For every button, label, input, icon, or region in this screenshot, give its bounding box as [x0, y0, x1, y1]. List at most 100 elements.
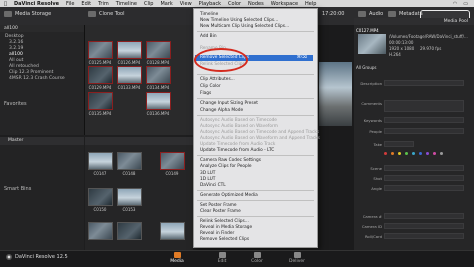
- menu-mark[interactable]: Mark: [160, 1, 172, 7]
- menu-item[interactable]: Clear Poster Frame: [200, 209, 241, 214]
- product-name: DaVinci Resolve 12.5: [15, 254, 68, 260]
- menu-trim[interactable]: Trim: [98, 1, 109, 7]
- menu-item[interactable]: Remove Selected Clips: [200, 237, 249, 242]
- menu-item[interactable]: Change Input Sizing Preset: [200, 101, 258, 106]
- clip-thumbnail[interactable]: [146, 41, 171, 59]
- menu-item[interactable]: Generate Optimized Media: [200, 193, 258, 198]
- menu-item[interactable]: Update Timecode from Audio - LTC: [200, 148, 274, 153]
- menu-bar:  DaVinci Resolve File Edit Trim Timelin…: [0, 0, 474, 7]
- metadata-group[interactable]: All Groups: [356, 65, 377, 70]
- clip-thumbnail[interactable]: [88, 222, 113, 240]
- field-label: Camera ID: [361, 224, 382, 229]
- clip-thumbnail[interactable]: [146, 66, 171, 84]
- tab-edit[interactable]: Edit: [207, 252, 237, 264]
- field-label: Roll/Card: [364, 234, 382, 239]
- clip-thumbnail[interactable]: [88, 188, 113, 206]
- clip-thumbnail[interactable]: [117, 41, 142, 59]
- metadata-button[interactable]: Metadata: [388, 9, 423, 18]
- wifi-icon[interactable]: ◠: [453, 1, 457, 7]
- clip-thumbnail[interactable]: [160, 152, 185, 170]
- menu-clip[interactable]: Clip: [144, 1, 153, 7]
- flag-swatch[interactable]: [412, 152, 415, 155]
- menu-view[interactable]: View: [180, 1, 192, 7]
- menu-item[interactable]: Flags: [200, 91, 211, 96]
- menu-nodes[interactable]: Nodes: [248, 1, 264, 7]
- clip-thumbnail[interactable]: [146, 92, 171, 110]
- clip-thumbnail[interactable]: [88, 41, 113, 59]
- flag-swatch[interactable]: [398, 152, 401, 155]
- clip-context-menu: Timeline New Timeline Using Selected Cli…: [193, 8, 320, 248]
- menu-item[interactable]: Analyze Clips for People: [200, 164, 252, 169]
- flag-swatch[interactable]: [405, 152, 408, 155]
- clip-thumbnail[interactable]: [88, 92, 113, 110]
- tab-deliver[interactable]: Deliver: [282, 252, 312, 264]
- menu-item[interactable]: Clip Attributes...: [200, 77, 235, 82]
- clip-thumbnail[interactable]: [117, 222, 142, 240]
- field-label: Angle: [371, 186, 382, 191]
- viewer-panel: [318, 25, 354, 250]
- menu-item[interactable]: 1D LUT: [200, 177, 215, 182]
- menu-item[interactable]: Set Poster Frame: [200, 203, 237, 208]
- camera-id-field[interactable]: [384, 223, 464, 229]
- clone-tool-icon: [88, 10, 96, 17]
- menu-playback[interactable]: Playback: [199, 1, 221, 7]
- menu-item[interactable]: Reveal in Media Storage: [200, 225, 252, 230]
- audio-button[interactable]: Audio: [358, 9, 383, 18]
- menu-timeline[interactable]: Timeline: [116, 1, 137, 7]
- menu-item[interactable]: 3D LUT: [200, 171, 215, 176]
- media-storage-button[interactable]: Media Storage: [4, 9, 51, 18]
- menu-item[interactable]: Autosync Audio Based on Timecode: [200, 118, 277, 123]
- menu-item[interactable]: New Timeline Using Selected Clips...: [200, 18, 278, 23]
- clip-thumbnail[interactable]: [88, 152, 113, 170]
- flag-swatch[interactable]: [391, 152, 394, 155]
- tab-media[interactable]: Media: [162, 252, 192, 264]
- flag-swatch[interactable]: [433, 152, 436, 155]
- menu-item[interactable]: Relink Selected Clips...: [200, 219, 249, 224]
- field-label: Keywords: [363, 118, 382, 123]
- camera-number-field[interactable]: [384, 213, 464, 219]
- comments-field[interactable]: [384, 100, 464, 112]
- menu-item[interactable]: Change Alpha Mode: [200, 108, 243, 113]
- menu-item[interactable]: Camera Raw Codec Settings: [200, 158, 261, 163]
- flag-swatch[interactable]: [426, 152, 429, 155]
- clip-thumbnail[interactable]: [88, 66, 113, 84]
- menu-file[interactable]: File: [66, 1, 74, 7]
- keywords-field[interactable]: [384, 117, 464, 123]
- clip-thumbnail[interactable]: [117, 188, 142, 206]
- menu-item[interactable]: Reveal in Finder: [200, 231, 234, 236]
- clip-label: C0136.MP4: [146, 111, 170, 116]
- menu-workspace[interactable]: Workspace: [271, 1, 298, 7]
- tree-item[interactable]: 4MSR 12.3 Crash Course: [9, 76, 65, 82]
- take-field[interactable]: [384, 141, 414, 147]
- menu-item-add-bin[interactable]: Add Bin: [200, 34, 217, 39]
- menu-item[interactable]: DaVinci CTL: [200, 183, 226, 188]
- flag-swatch[interactable]: [440, 152, 443, 155]
- menu-item[interactable]: Autosync Audio Based on Timecode and App…: [200, 130, 319, 135]
- shot-field[interactable]: [384, 175, 464, 181]
- menu-item[interactable]: Autosync Audio Based on Waveform: [200, 124, 278, 129]
- menu-item[interactable]: Autosync Audio Based on Waveform and App…: [200, 136, 320, 141]
- menu-item[interactable]: New Multicam Clip Using Selected Clips..…: [200, 24, 289, 29]
- clip-label: C0126.MP4: [117, 60, 141, 65]
- menu-item[interactable]: Update Timecode from Audio Track: [200, 142, 275, 147]
- tab-color[interactable]: Color: [242, 252, 272, 264]
- flag-swatch[interactable]: [384, 152, 387, 155]
- angle-field[interactable]: [384, 185, 464, 191]
- roll-card-field[interactable]: [384, 233, 464, 239]
- menu-edit[interactable]: Edit: [81, 1, 91, 7]
- people-field[interactable]: [384, 128, 464, 134]
- scene-field[interactable]: [384, 165, 464, 171]
- menu-app-name[interactable]: DaVinci Resolve: [14, 1, 59, 7]
- flag-swatch[interactable]: [419, 152, 422, 155]
- menu-color[interactable]: Color: [228, 1, 241, 7]
- clip-thumbnail[interactable]: [160, 222, 185, 240]
- menu-item[interactable]: Timeline: [200, 12, 218, 17]
- clip-thumbnail[interactable]: [117, 152, 142, 170]
- clip-thumbnail[interactable]: [117, 66, 142, 84]
- battery-icon[interactable]: ▭: [463, 1, 468, 7]
- clone-tool-button[interactable]: Clone Tool: [88, 9, 125, 18]
- menu-help[interactable]: Help: [305, 1, 316, 7]
- menu-item[interactable]: Clip Color: [200, 84, 221, 89]
- description-field[interactable]: [384, 80, 464, 86]
- apple-icon[interactable]: : [4, 1, 7, 7]
